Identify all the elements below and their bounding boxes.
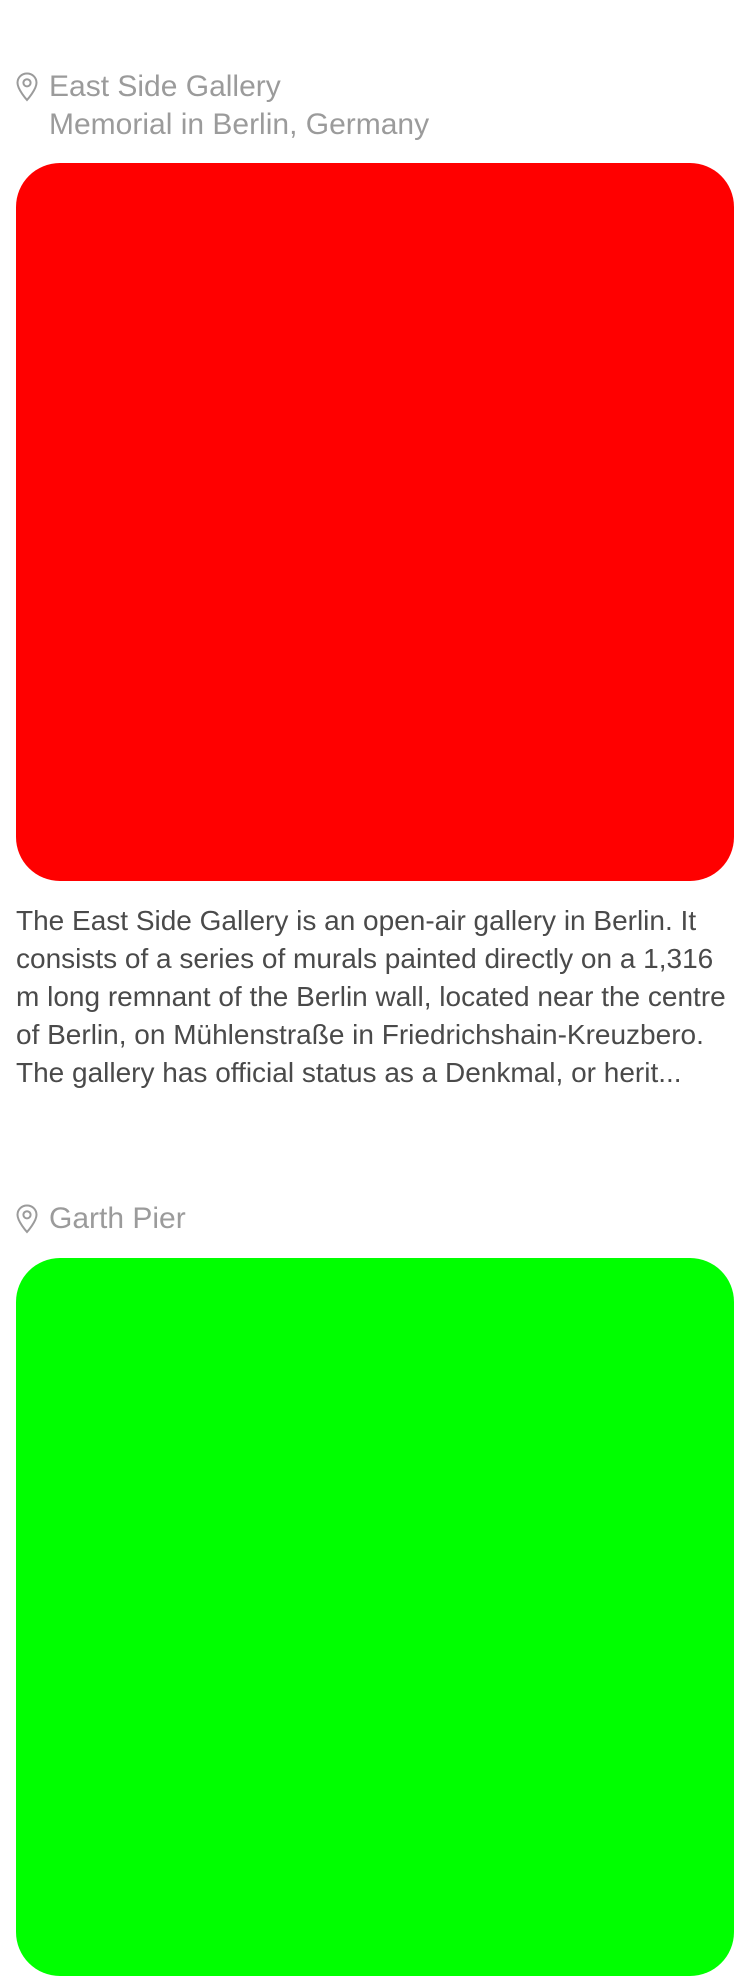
- place-title: Garth Pier: [49, 1202, 186, 1235]
- location-header: Garth Pier: [16, 1200, 186, 1238]
- place-image[interactable]: [16, 1258, 734, 1976]
- location-header: East Side Gallery Memorial in Berlin, Ge…: [16, 68, 429, 144]
- location-pin-icon: [16, 72, 38, 102]
- place-description: The East Side Gallery is an open-air gal…: [16, 905, 726, 1088]
- place-title: East Side Gallery: [49, 70, 281, 103]
- place-subtitle: Memorial in Berlin, Germany: [49, 108, 430, 141]
- location-pin-icon: [16, 1204, 38, 1234]
- place-image[interactable]: [16, 163, 734, 881]
